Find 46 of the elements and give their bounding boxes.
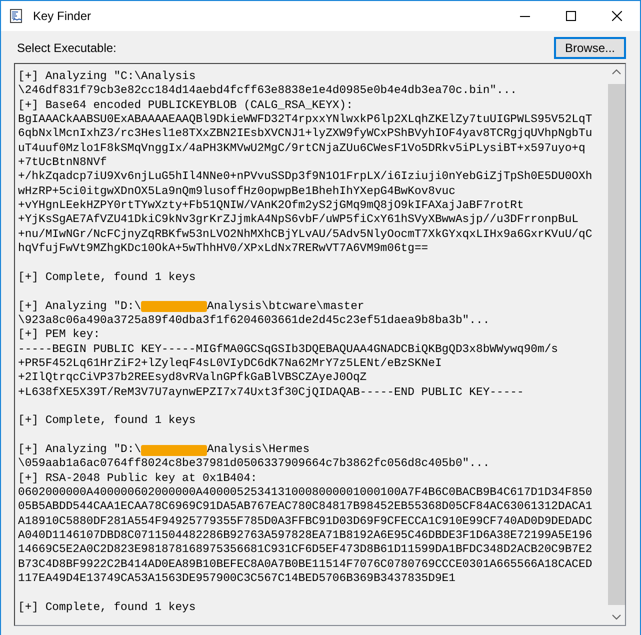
output-line: +YjKsSgAE7AfVZU41DkiC9kNv3grKrZJjmkA4NpS6vbF/uWP5fiCxY61hSVyXBwwAsjp//u3DFrronpBuL: [18, 213, 580, 228]
output-line: +vYHgnLEekHZPY0rtTYwXzty+Fb51QNIW/VAnK2Ofm2yS2jGMq9mQ8jO9kIFAXajJaBF7rotRt: [18, 199, 525, 214]
output-line: 14669C5E2A0C2D823E981878168975356681C931CF6D5EF473D8B61D11599DA1BFDC348D2ACB20C9B7E2: [18, 543, 594, 558]
output-line: +2IlQtrqcCiVP37b2REEsyd8vRValnGPfkGaBlVBSCZAyeJ0OqZ: [18, 371, 368, 386]
output-line: -----BEGIN PUBLIC KEY-----MIGfMA0GCSqGSIb3DQEBAQUAA4GNADCBiQKBgQD3x8bWWywq90m/s: [18, 342, 560, 357]
scroll-down-icon[interactable]: [612, 614, 621, 620]
scroll-up-icon[interactable]: [612, 69, 621, 75]
output-line: [+] Analyzing "C:\Analysis: [18, 70, 197, 84]
browse-button[interactable]: Browse...: [554, 36, 626, 58]
output-line: 6qbNxlMcnIxhZ3/rc3Hesl1e8TXxZBN2IEsbXVCNJ1+lyZXW9fyWCxPShBVyhIOF4yav8TCRgjqUVhpNgbTu: [18, 127, 594, 142]
output-line: Analysis\btcware\master: [207, 300, 364, 314]
output-line: [+] Complete, found 1 keys: [18, 414, 197, 429]
output-line: [+] PEM key:: [18, 328, 102, 343]
output-line: BgIAAACkAABSU0ExABAAAAEAAQBl9DkieWWFD32T4rpxxYNlwxkP6lp2XLqhZKElZy7tuUIGPWLS95V52LqT: [18, 113, 594, 128]
output-line: Analysis\Hermes: [207, 442, 310, 458]
output-line: [+] Analyzing "D:\: [18, 300, 142, 314]
close-icon[interactable]: [612, 11, 622, 21]
output-line: [+] Analyzing "D:\: [18, 442, 142, 458]
output-line: 0602000000A400000602000000A40000525341310008000001000100A7F4B6C0BACB9B4C617D1D34F850: [18, 486, 594, 500]
output-line: [+] RSA-2048 Public key at 0x1B404:: [18, 472, 258, 486]
output-line: 117EA49D4E13749CA53A1563DE957900C3C567C14BED5706B369B3437835D9E1: [18, 572, 456, 586]
window-title: Key Finder: [33, 9, 92, 23]
maximize-icon[interactable]: [566, 11, 576, 21]
output-line: B73C4D8BF9922C2B414AD0EA89B10BEFEC8A0A7B0BE11514F7076C0780769CCCE0301A665566A18CACED: [18, 558, 594, 572]
app-icon: [9, 8, 25, 24]
output-line: +PR5F452Lq61HrZiF2+lZyleqF4sL0VIyDC6dK7Na62MrY7z5LENt/eBzSKNeI: [18, 356, 443, 372]
select-executable-label: Select Executable:: [16, 40, 116, 54]
output-line: A18910C5880DF281A554F94925779355F785D0A3FFBC91D03D69F9CFECCA1C910E99CF740AD0D9DEDADC: [18, 514, 594, 529]
redaction-bar: [141, 444, 208, 456]
output-line: hqVfujFwVt9MZhgKDc10OkA+5wThhHV0/XPxLdNx7RERwVT7A6VM9m06tg==: [18, 242, 430, 256]
output-line: +L638fXE5X39T/ReM3V7U7aynwEPZI7x74Uxt3f30CjQIDAQAB-----END PUBLIC KEY-----: [18, 386, 525, 400]
output-line: [+] Complete, found 1 keys: [18, 270, 197, 286]
output-line: [+] Base64 encoded PUBLICKEYBLOB (CALG_RSA_KEYX):: [18, 98, 354, 114]
output-line: A040D1146107DBD8C0711504482286B92763A597828EA71B8192A6E95C46DBDE3F1D6A38E72199A5E196: [18, 529, 594, 544]
output-line: +7tUcBtnN8NVf: [18, 156, 108, 170]
output-line: uT4uuf0Mzlo1F8kSMqVnggIx/4aPH3KMVwU2MgC/9rtCNjaZUu6CWesF1Vo5DRkv5iPLysiBT+x597uyo+q: [18, 142, 586, 156]
output-line: wHzRP+5ci0itgwXDnOX5La9nQm9lusoffHz0opwpBe1BhehIhYXepG4BwKov8vuc: [18, 184, 456, 200]
output-line: +nu/MIwNGr/NcFCjnyZqRBKfw53nLVO2NhMXhCBjYLvAU/5Adv5NlyOocmT7XkGYxqxLIHx9a6GxrKVuU/qC: [18, 228, 594, 242]
redaction-bar: [141, 301, 208, 312]
output-line: \059aab1a6ac0764ff8024c8be37981d0506337909664c7b3862fc056d8c405b0"...: [18, 457, 491, 472]
output-text-area[interactable]: [14, 63, 626, 626]
output-line: 05B5ABDD544CAA1ECAA78C6969C91DA5AB767EAC780C84817B98452EB55368D05CF84AC63061312DACA1: [18, 500, 594, 515]
output-line: [+] Complete, found 1 keys: [18, 600, 197, 616]
output-line: +/hkZqadcp7iU9Xv6njLuG5hIl4NNe0+nPVvuSSDp3f9N1O1FrpLX/i6Iziuji0nYebGiZjTpSh0E5DU0OXh: [18, 170, 594, 185]
output-line: \246df831f79cb3e82cc184d14aebd4fcff63e8838e1e4d0985e0b4e4db3ea70c.bin"...: [18, 84, 518, 99]
output-line: \923a8c06a490a3725a89f40dba3f1f6204603661de2d45c23ef51daea9b8ba3b"...: [18, 314, 491, 328]
